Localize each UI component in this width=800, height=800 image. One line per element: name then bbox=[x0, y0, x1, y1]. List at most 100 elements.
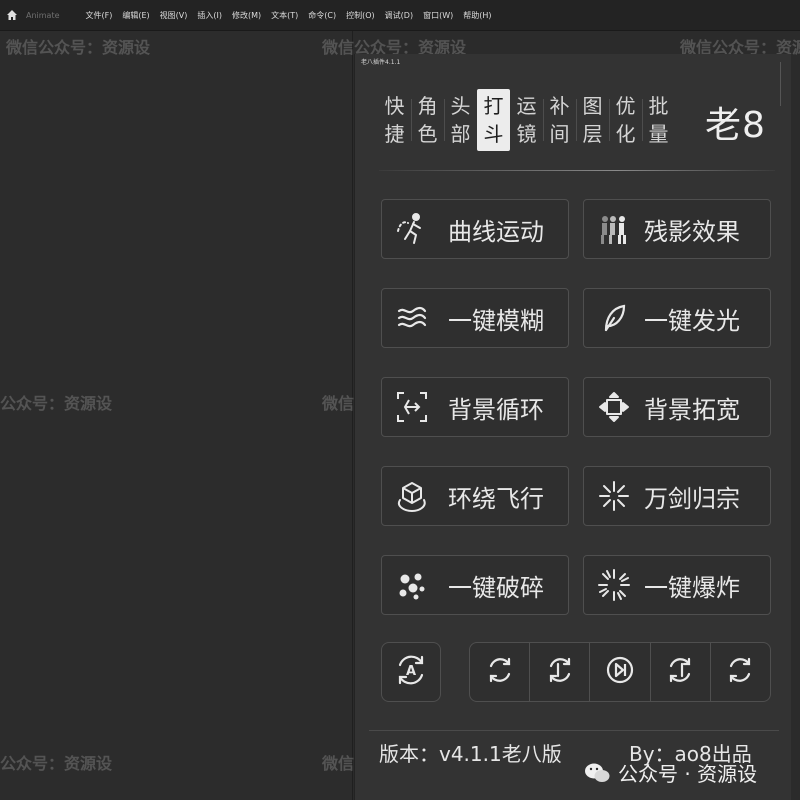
category-tabs: 快捷 角色 头部 打斗 运镜 补间 图层 优化 批量 bbox=[378, 89, 675, 151]
auto-cycle-icon: A bbox=[392, 651, 430, 693]
loop-alt-button[interactable] bbox=[711, 643, 770, 701]
tab-batch[interactable]: 批量 bbox=[642, 89, 675, 151]
play-next-button[interactable] bbox=[590, 643, 651, 701]
auto-letter: A bbox=[406, 664, 416, 679]
shatter-icon bbox=[394, 567, 430, 603]
tab-char: 间 bbox=[549, 122, 570, 146]
background-expand-icon bbox=[596, 389, 632, 425]
loop-control-group bbox=[469, 642, 771, 702]
tab-char: 层 bbox=[582, 122, 603, 146]
loop-left-button[interactable] bbox=[530, 643, 591, 701]
tab-optimize[interactable]: 优化 bbox=[609, 89, 643, 151]
menu-modify[interactable]: 修改(M) bbox=[232, 10, 261, 21]
afterimage-figures-icon bbox=[596, 211, 632, 247]
curve-motion-button[interactable]: 曲线运动 bbox=[381, 199, 569, 259]
background-loop-icon bbox=[394, 389, 430, 425]
glow-button[interactable]: 一键发光 bbox=[583, 288, 771, 348]
background-expand-button[interactable]: 背景拓宽 bbox=[583, 377, 771, 437]
menu-control[interactable]: 控制(O) bbox=[346, 10, 375, 21]
menu-view[interactable]: 视图(V) bbox=[160, 10, 188, 21]
wechat-watermark-text: 公众号 · 资源设 bbox=[618, 762, 758, 786]
effect-label: 曲线运动 bbox=[448, 217, 544, 246]
effect-label: 一键发光 bbox=[644, 306, 740, 335]
menu-bar: Animate 文件(F) 编辑(E) 视图(V) 插入(I) 修改(M) 文本… bbox=[0, 0, 800, 31]
running-figure-icon bbox=[394, 211, 430, 247]
wechat-watermark: 公众号 · 资源设 bbox=[584, 758, 757, 787]
loop-right-icon bbox=[664, 654, 696, 690]
tab-char: 捷 bbox=[384, 122, 405, 146]
effect-label: 一键模糊 bbox=[448, 306, 544, 335]
blur-button[interactable]: 一键模糊 bbox=[381, 288, 569, 348]
wechat-icon bbox=[584, 762, 610, 784]
version-label: 版本：v4.1.1老八版 bbox=[379, 742, 562, 766]
home-icon[interactable] bbox=[2, 0, 22, 30]
header-divider bbox=[379, 170, 775, 171]
effect-label: 万剑归宗 bbox=[644, 484, 740, 513]
tab-char: 图 bbox=[582, 94, 603, 118]
loop-alt-icon bbox=[724, 654, 756, 690]
effect-label: 残影效果 bbox=[644, 217, 740, 246]
watermark: 公众号：资源设 bbox=[0, 754, 113, 773]
watermark: 公众号：资源设 bbox=[0, 394, 113, 413]
tab-char: 优 bbox=[615, 94, 636, 118]
background-loop-button[interactable]: 背景循环 bbox=[381, 377, 569, 437]
tab-char: 运 bbox=[516, 94, 537, 118]
auto-cycle-button[interactable]: A bbox=[381, 642, 441, 702]
loop-left-icon bbox=[544, 654, 576, 690]
orbit-flight-button[interactable]: 环绕飞行 bbox=[381, 466, 569, 526]
tab-camera[interactable]: 运镜 bbox=[510, 89, 544, 151]
footer-divider bbox=[369, 730, 779, 731]
loop-button[interactable] bbox=[470, 643, 531, 701]
panel-title: 老八插件4.1.1 bbox=[361, 59, 401, 66]
glow-feather-icon bbox=[596, 300, 632, 336]
tab-char: 快 bbox=[384, 94, 405, 118]
menu-edit[interactable]: 编辑(E) bbox=[122, 10, 149, 21]
tab-layer[interactable]: 图层 bbox=[576, 89, 610, 151]
tab-char: 化 bbox=[615, 122, 636, 146]
effect-label: 背景循环 bbox=[448, 395, 544, 424]
stage-workspace[interactable] bbox=[0, 31, 353, 800]
menu-debug[interactable]: 调试(D) bbox=[385, 10, 413, 21]
menu-file[interactable]: 文件(F) bbox=[86, 10, 113, 21]
menu-help[interactable]: 帮助(H) bbox=[463, 10, 491, 21]
tab-char: 部 bbox=[450, 122, 471, 146]
converging-swords-icon bbox=[596, 478, 632, 514]
panel-edge bbox=[780, 62, 781, 106]
explosion-icon bbox=[596, 567, 632, 603]
tab-char: 打 bbox=[483, 94, 504, 118]
tab-char: 补 bbox=[549, 94, 570, 118]
app-name: Animate bbox=[26, 10, 60, 20]
tab-char: 量 bbox=[648, 122, 669, 146]
tab-char: 角 bbox=[417, 94, 438, 118]
plugin-panel: 老八插件4.1.1 快捷 角色 头部 打斗 运镜 补间 图层 优化 批量 老8 … bbox=[354, 54, 791, 800]
blur-waves-icon bbox=[394, 300, 430, 336]
menu-command[interactable]: 命令(C) bbox=[308, 10, 336, 21]
sword-converge-button[interactable]: 万剑归宗 bbox=[583, 466, 771, 526]
loop-icon bbox=[484, 654, 516, 690]
effect-label: 一键爆炸 bbox=[644, 573, 740, 602]
play-next-icon bbox=[604, 654, 636, 690]
orbit-cube-icon bbox=[394, 478, 430, 514]
tab-char: 斗 bbox=[483, 122, 504, 146]
menu-text[interactable]: 文本(T) bbox=[271, 10, 298, 21]
tab-char: 色 bbox=[417, 122, 438, 146]
effect-label: 一键破碎 bbox=[448, 573, 544, 602]
tab-shortcut[interactable]: 快捷 bbox=[378, 89, 412, 151]
tab-char: 头 bbox=[450, 94, 471, 118]
tab-tween[interactable]: 补间 bbox=[543, 89, 577, 151]
tab-char: 镜 bbox=[516, 122, 537, 146]
tab-character[interactable]: 角色 bbox=[411, 89, 445, 151]
menu-window[interactable]: 窗口(W) bbox=[423, 10, 453, 21]
tab-char: 批 bbox=[648, 94, 669, 118]
effect-label: 背景拓宽 bbox=[644, 395, 740, 424]
tab-fight[interactable]: 打斗 bbox=[477, 89, 510, 151]
brand-logo: 老8 bbox=[705, 105, 766, 146]
effect-label: 环绕飞行 bbox=[448, 484, 544, 513]
shatter-button[interactable]: 一键破碎 bbox=[381, 555, 569, 615]
watermark: 微信公众号：资源设 bbox=[6, 38, 151, 57]
tab-head[interactable]: 头部 bbox=[444, 89, 477, 151]
loop-right-button[interactable] bbox=[651, 643, 711, 701]
menu-insert[interactable]: 插入(I) bbox=[197, 10, 222, 21]
explosion-button[interactable]: 一键爆炸 bbox=[583, 555, 771, 615]
afterimage-button[interactable]: 残影效果 bbox=[583, 199, 771, 259]
